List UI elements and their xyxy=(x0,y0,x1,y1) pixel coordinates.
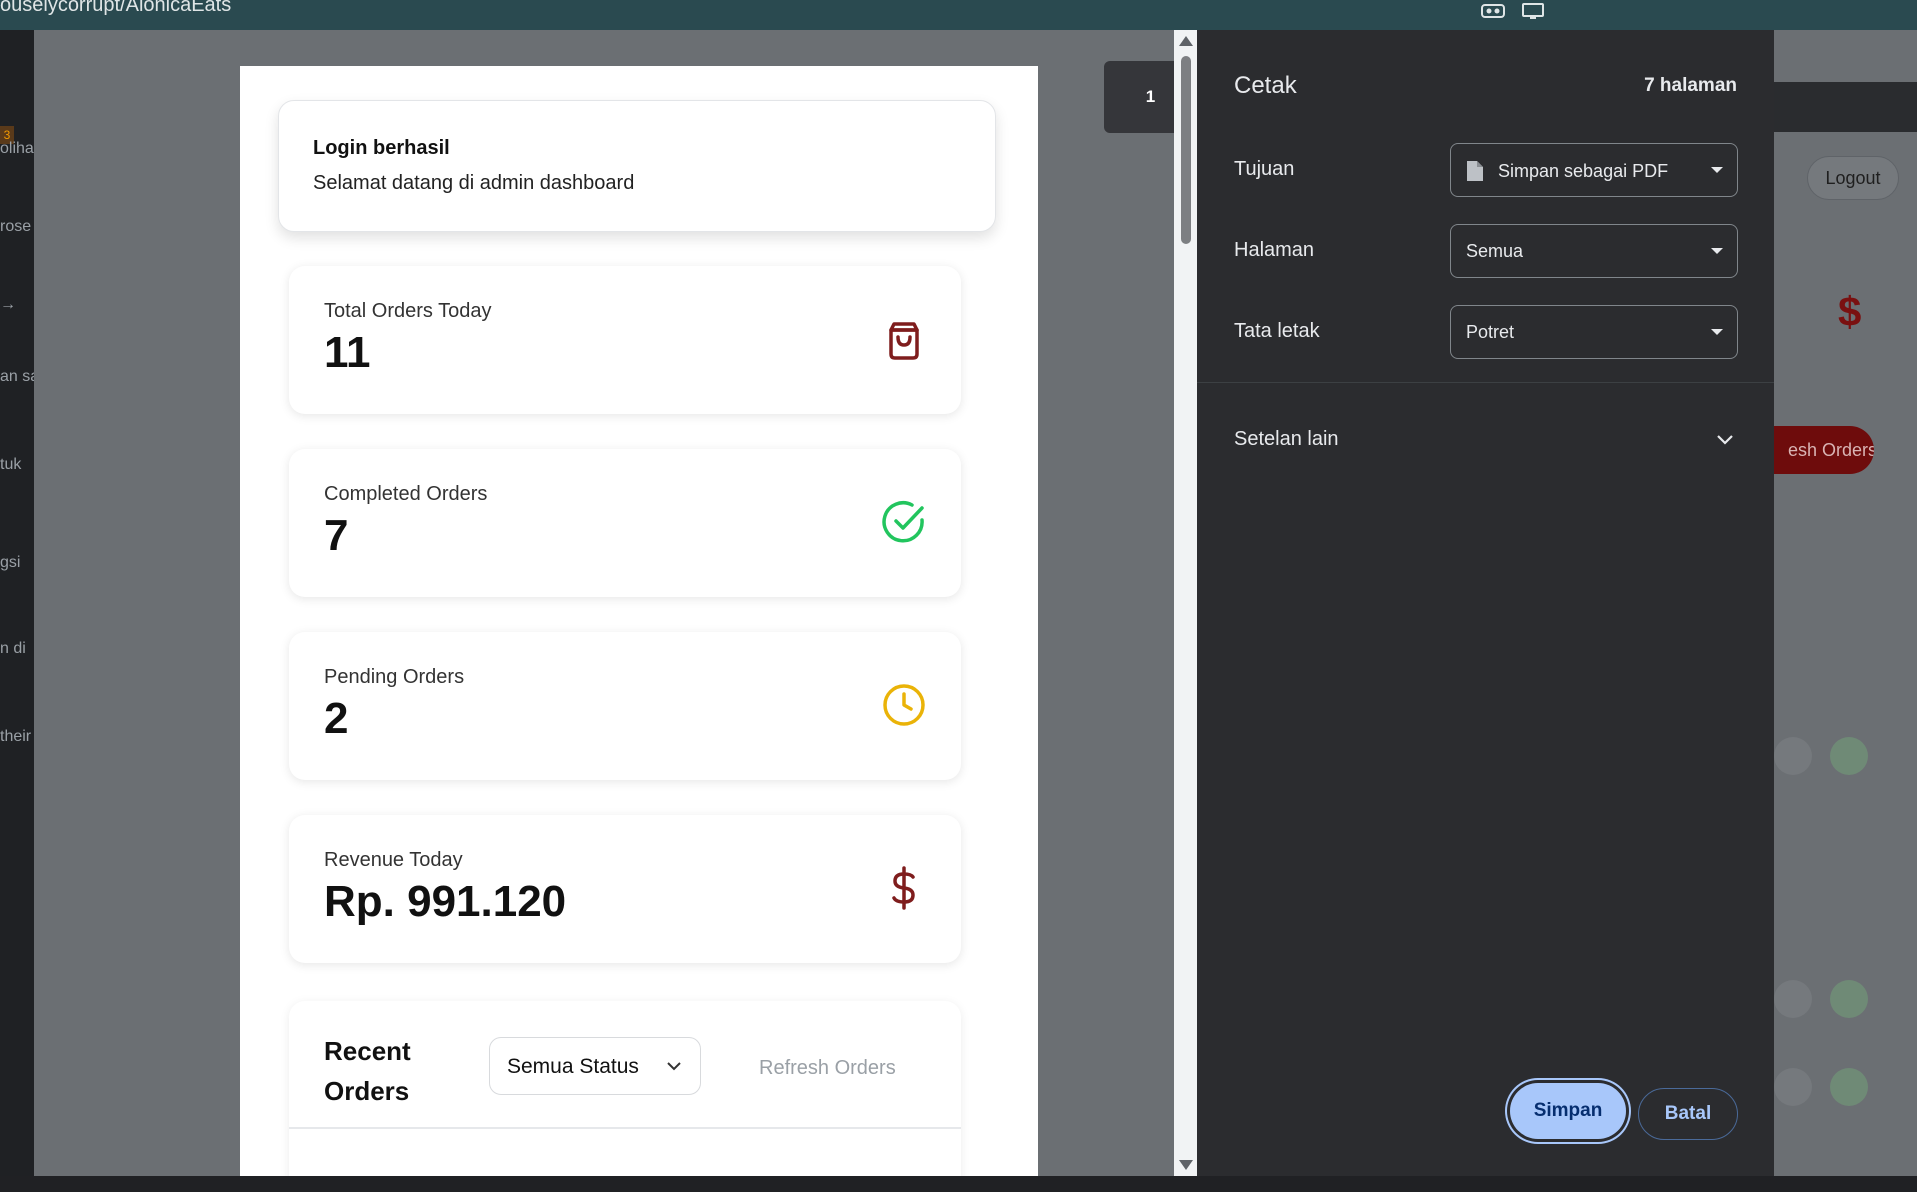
print-preview-area: Login berhasil Selamat datang di admin d… xyxy=(34,30,1209,1192)
destination-value: Simpan sebagai PDF xyxy=(1498,161,1669,181)
pages-select[interactable]: Semua xyxy=(1450,224,1738,278)
scroll-up-icon[interactable] xyxy=(1179,36,1193,46)
check-circle-icon xyxy=(882,501,924,543)
receipt-icon[interactable] xyxy=(1830,980,1868,1018)
bg-toolbar xyxy=(1774,82,1917,132)
save-button[interactable]: Simpan xyxy=(1510,1083,1626,1139)
background-bottom-strip xyxy=(0,1176,1917,1192)
dollar-icon xyxy=(892,866,915,910)
destination-select[interactable]: Simpan sebagai PDF xyxy=(1450,143,1738,197)
eye-icon[interactable] xyxy=(1774,980,1812,1018)
bg-text-fragment: rose xyxy=(0,218,32,235)
stat-value: Rp. 991.120 xyxy=(324,877,567,926)
browser-top-bar: ouselycorrupt/AlonicaEats xyxy=(0,0,1917,30)
stat-card-total-orders: Total Orders Today 11 xyxy=(289,266,961,414)
receipt-icon[interactable] xyxy=(1830,737,1868,775)
stat-card-revenue: Revenue Today Rp. 991.120 xyxy=(289,815,961,963)
layout-label: Tata letak xyxy=(1234,320,1320,342)
recent-orders-section: Recent Orders Semua Status Refresh Order… xyxy=(289,1001,961,1192)
divider xyxy=(1197,382,1774,383)
stat-value: 7 xyxy=(324,511,349,560)
stat-card-pending-orders: Pending Orders 2 xyxy=(289,632,961,780)
toast-message: Selamat datang di admin dashboard xyxy=(313,172,635,194)
eye-icon[interactable] xyxy=(1774,737,1812,775)
bg-text-fragment: oliha xyxy=(0,140,34,157)
scroll-down-icon[interactable] xyxy=(1179,1160,1193,1170)
document-icon xyxy=(1467,161,1483,181)
bg-text-fragment: tuk xyxy=(0,456,22,473)
status-filter-select[interactable]: Semua Status xyxy=(489,1037,701,1095)
pages-label: Halaman xyxy=(1234,239,1315,261)
dropdown-caret-icon xyxy=(1711,167,1723,173)
url-fragment: ouselycorrupt/AlonicaEats xyxy=(0,0,232,16)
screen-icon[interactable] xyxy=(1520,2,1546,20)
extension-icon[interactable] xyxy=(1480,2,1506,20)
refresh-orders-button[interactable]: esh Orders xyxy=(1774,426,1874,474)
stat-card-completed-orders: Completed Orders 7 xyxy=(289,449,961,597)
receipt-icon[interactable] xyxy=(1830,1068,1868,1106)
bg-text-fragment: their xyxy=(0,728,32,745)
print-settings-panel: Cetak 7 halaman Tujuan Simpan sebagai PD… xyxy=(1197,30,1774,1176)
scrollbar-thumb[interactable] xyxy=(1181,56,1191,244)
bg-text-fragment: n di xyxy=(0,640,26,657)
bg-text-fragment: gsi xyxy=(0,554,21,571)
recent-orders-title: Recent Orders xyxy=(324,1036,411,1106)
layout-select[interactable]: Potret xyxy=(1450,305,1738,359)
refresh-orders-button[interactable]: Refresh Orders xyxy=(759,1057,896,1080)
page-count: 7 halaman xyxy=(1644,75,1737,96)
dropdown-caret-icon xyxy=(1711,248,1723,254)
pages-value: Semua xyxy=(1466,241,1524,261)
stat-value: 11 xyxy=(324,328,371,377)
bg-text-fragment: → xyxy=(0,296,16,313)
stat-label: Revenue Today xyxy=(324,849,463,871)
eye-icon[interactable] xyxy=(1774,1068,1812,1106)
chevron-down-icon xyxy=(667,1062,681,1071)
preview-page: Login berhasil Selamat datang di admin d… xyxy=(240,66,1038,1192)
login-toast: Login berhasil Selamat datang di admin d… xyxy=(278,100,996,232)
stat-value: 2 xyxy=(324,694,349,743)
preview-scrollbar[interactable] xyxy=(1174,30,1197,1176)
clock-icon xyxy=(883,684,925,726)
logout-button[interactable]: Logout xyxy=(1807,156,1899,200)
shopping-bag-icon xyxy=(889,322,919,360)
dropdown-caret-icon xyxy=(1711,329,1723,335)
status-filter-value: Semua Status xyxy=(507,1055,639,1078)
more-settings-toggle[interactable]: Setelan lain xyxy=(1234,428,1339,451)
background-app-left: 3 oliha rose → an sa tuk gsi n di their xyxy=(0,30,39,1192)
stat-label: Pending Orders xyxy=(324,666,465,688)
cancel-button[interactable]: Batal xyxy=(1638,1088,1738,1140)
stat-label: Completed Orders xyxy=(324,483,488,505)
print-title: Cetak xyxy=(1234,72,1297,99)
toast-title: Login berhasil xyxy=(313,137,450,159)
destination-label: Tujuan xyxy=(1234,158,1295,180)
background-app-right: Logout $ esh Orders xyxy=(1774,30,1917,1176)
divider xyxy=(289,1127,961,1129)
dollar-icon: $ xyxy=(1838,288,1862,335)
chevron-down-icon[interactable] xyxy=(1716,434,1734,446)
layout-value: Potret xyxy=(1466,322,1515,342)
stat-label: Total Orders Today xyxy=(324,300,492,322)
